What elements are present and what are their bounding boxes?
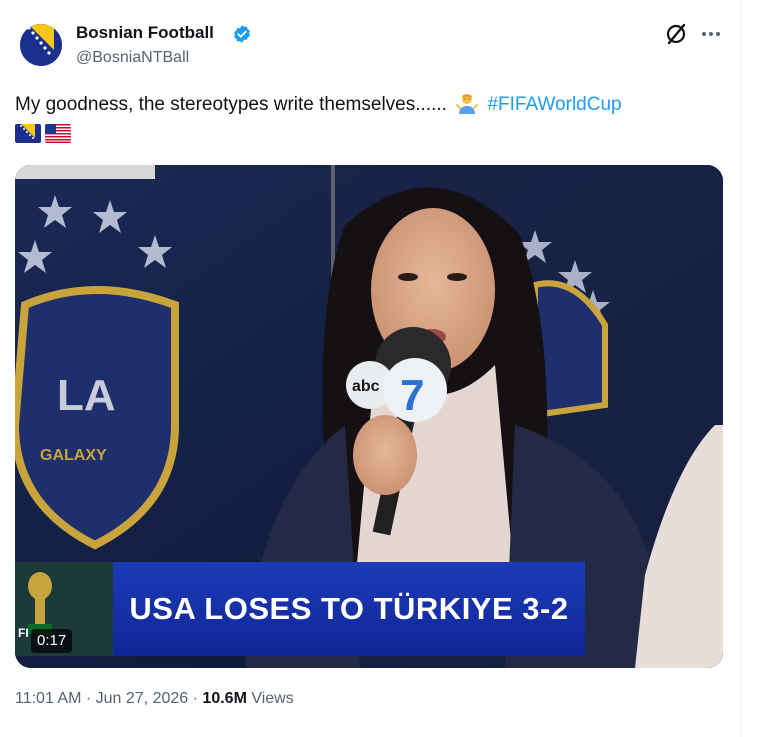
tweet-text: My goodness, the stereotypes write thems… — [15, 92, 715, 117]
tweet-date[interactable]: Jun 27, 2026 — [96, 690, 189, 707]
news-chyron: USA LOSES TO TÜRKIYE 3-2 — [113, 562, 585, 656]
person-shrugging-icon — [456, 94, 479, 114]
separator: · — [192, 690, 203, 707]
views-label: Views — [251, 690, 294, 707]
video-player[interactable]: LA GALAXY abc 7 FI USA LOSES TO TÜRKIYE … — [15, 165, 723, 668]
hashtag-link[interactable]: #FIFAWorldCup — [487, 94, 621, 115]
separator: · — [85, 690, 96, 707]
svg-text:LA: LA — [57, 371, 116, 420]
verified-badge-icon[interactable] — [232, 24, 252, 44]
bosnia-flag-icon — [15, 124, 41, 143]
tweet-header: Bosnian Football @BosniaNTBall — [0, 0, 741, 80]
tweet-footer: 11:01 AM · Jun 27, 2026 · 10.6M Views — [15, 690, 294, 708]
usa-flag-icon — [45, 124, 71, 143]
tweet-time[interactable]: 11:01 AM — [15, 690, 81, 707]
badge-text: FI — [18, 626, 29, 640]
views-count[interactable]: 10.6M — [202, 690, 246, 707]
chyron-text: USA LOSES TO TÜRKIYE 3-2 — [129, 591, 569, 626]
column-border — [741, 0, 742, 737]
video-duration: 0:17 — [31, 629, 73, 653]
tweet-body: My goodness, the stereotypes write thems… — [15, 94, 447, 115]
author-name[interactable]: Bosnian Football — [76, 23, 214, 43]
svg-text:GALAXY: GALAXY — [40, 447, 107, 464]
author-handle[interactable]: @BosniaNTBall — [76, 49, 189, 67]
svg-text:abc: abc — [352, 378, 380, 395]
svg-text:7: 7 — [400, 371, 424, 420]
grok-icon[interactable] — [664, 22, 688, 46]
avatar[interactable] — [20, 24, 62, 66]
more-icon[interactable] — [699, 22, 723, 46]
